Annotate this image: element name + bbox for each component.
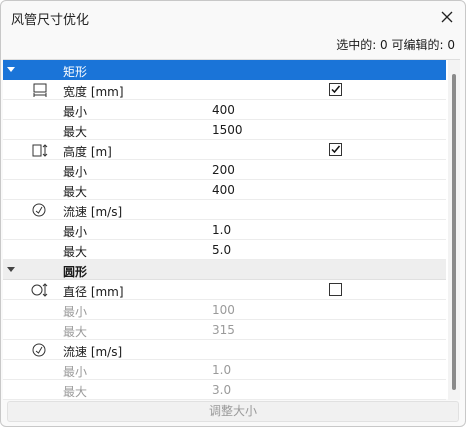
duct-size-optimization-dialog: 风管尺寸优化 选中的: 0 可编辑的: 0 矩形 宽度 [mm] 最小 400 … [0,0,466,427]
min-label: 最小 [63,365,88,379]
height-max-value[interactable]: 400 [212,183,235,197]
max-label: 最大 [63,385,88,399]
diameter-icon [31,283,48,297]
min-label: 最小 [63,225,88,239]
max-label: 最大 [63,325,88,339]
category-row-round[interactable]: 圆形 [3,260,446,280]
diameter-max-row[interactable]: 最大 315 [3,320,446,340]
height-min-value[interactable]: 200 [212,163,235,177]
width-checkbox[interactable] [329,83,342,96]
height-checkbox[interactable] [329,143,342,156]
caret-down-icon[interactable] [7,267,15,272]
property-row-height[interactable]: 高度 [m] [3,140,446,160]
min-label: 最小 [63,165,88,179]
category-label: 圆形 [63,265,88,279]
selection-status: 选中的: 0 可编辑的: 0 [336,38,455,52]
diameter-checkbox[interactable] [329,283,342,296]
height-min-row[interactable]: 最小 200 [3,160,446,180]
gauge-icon [32,343,46,357]
max-label: 最大 [63,125,88,139]
window-title: 风管尺寸优化 [11,13,90,28]
resize-button[interactable]: 调整大小 [7,401,459,422]
width-max-row[interactable]: 最大 1500 [3,120,446,140]
close-icon [441,11,453,23]
property-label: 流速 [m/s] [63,205,123,219]
property-row-diameter[interactable]: 直径 [mm] [3,280,446,300]
velocity-max-row[interactable]: 最大 5.0 [3,240,446,260]
vertical-scrollbar[interactable] [448,60,460,400]
property-row-velocity[interactable]: 流速 [m/s] [3,200,446,220]
diameter-min-value: 100 [212,303,235,317]
diameter-max-value: 315 [212,323,235,337]
property-label: 直径 [mm] [63,285,124,299]
velocity-min-value[interactable]: 1.0 [212,223,231,237]
height-dimension-icon [32,144,48,157]
min-label: 最小 [63,305,88,319]
property-label: 高度 [m] [63,145,112,159]
diameter-min-row[interactable]: 最小 100 [3,300,446,320]
velocity-max-value[interactable]: 5.0 [212,243,231,257]
close-button[interactable] [433,3,461,31]
category-row-rect[interactable]: 矩形 [3,60,446,80]
velocity-round-min-value: 1.0 [212,363,232,377]
velocity-min-row[interactable]: 最小 1.0 [3,220,446,240]
property-row-width[interactable]: 宽度 [mm] [3,80,446,100]
title-bar: 风管尺寸优化 [1,1,465,33]
property-row-velocity-round[interactable]: 流速 [m/s] [3,340,446,360]
width-max-value[interactable]: 1500 [212,123,243,137]
max-label: 最大 [63,245,88,259]
caret-down-icon[interactable] [7,67,15,72]
gauge-icon [32,203,46,217]
category-label: 矩形 [63,65,88,79]
velocity-round-max-value: 3.0 [212,383,232,397]
velocity-round-max-row[interactable]: 最大 3.0 [3,380,446,400]
width-min-value[interactable]: 400 [212,103,235,117]
max-label: 最大 [63,185,88,199]
height-max-row[interactable]: 最大 400 [3,180,446,200]
property-label: 宽度 [mm] [63,85,124,99]
width-min-row[interactable]: 最小 400 [3,100,446,120]
velocity-round-min-row[interactable]: 最小 1.0 [3,360,446,380]
property-grid: 矩形 宽度 [mm] 最小 400 最大 1500 高度 [m] 最小 200 … [3,59,460,400]
min-label: 最小 [63,105,88,119]
property-label: 流速 [m/s] [63,345,123,359]
scrollbar-thumb[interactable] [452,74,456,390]
width-dimension-icon [33,83,47,97]
